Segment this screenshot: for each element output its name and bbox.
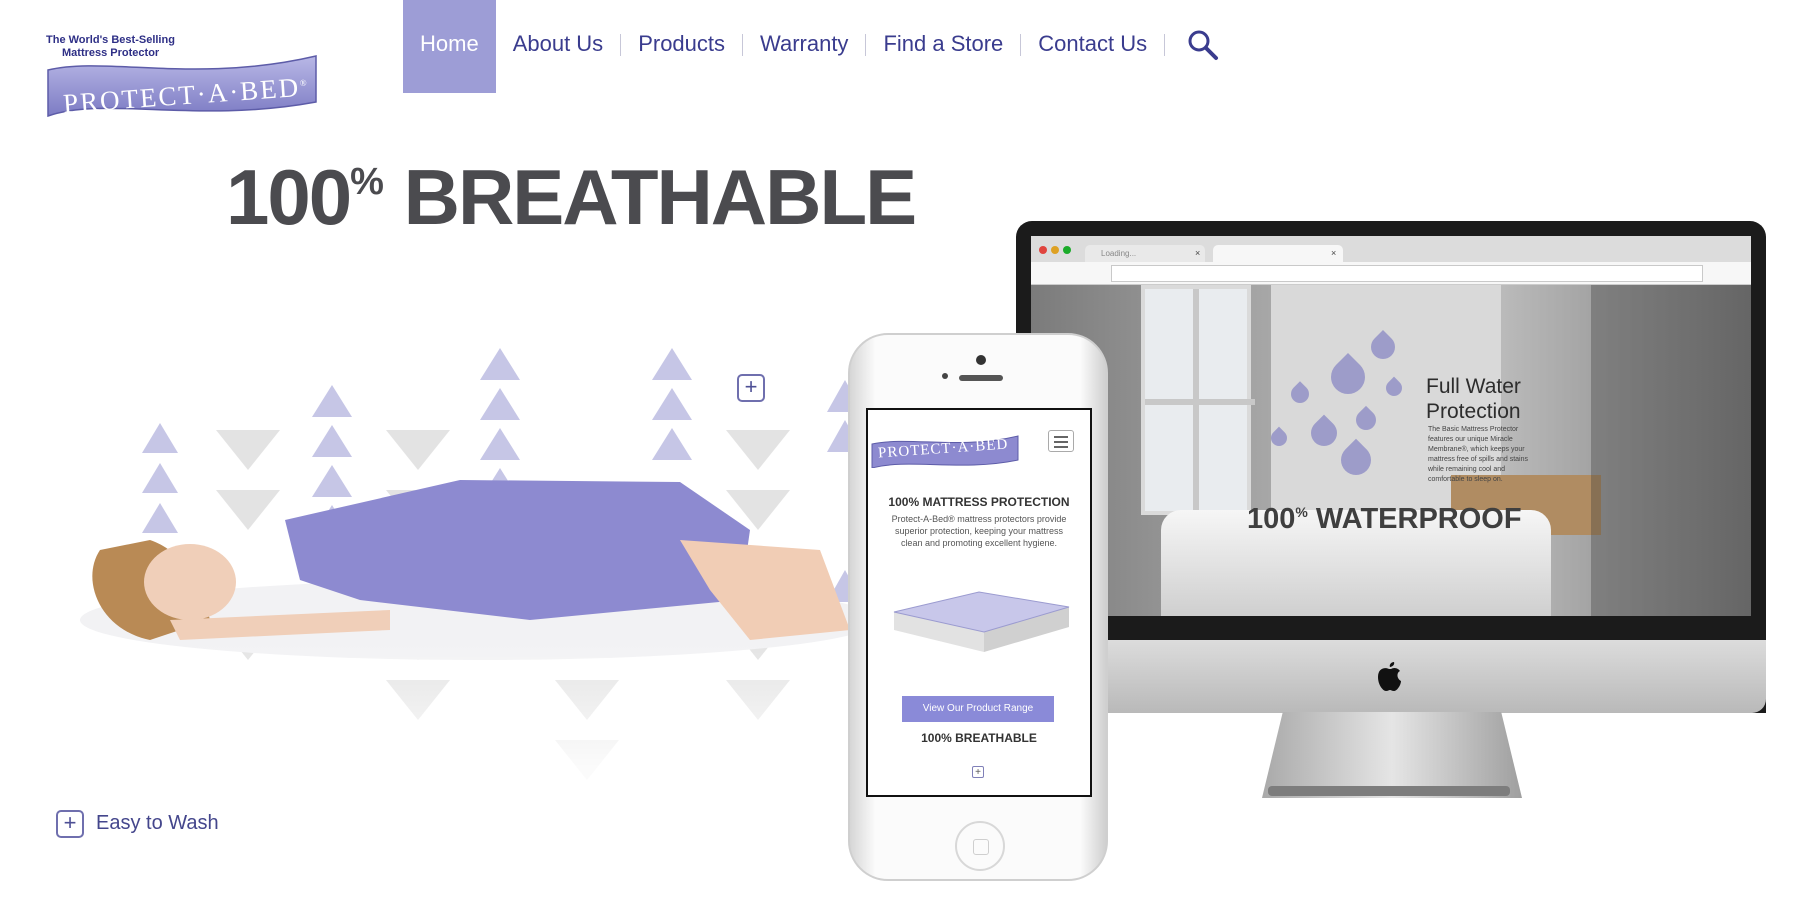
- maximize-dot: [1063, 246, 1071, 254]
- browser-tab-loading: Loading...: [1085, 245, 1205, 262]
- easy-to-wash-button[interactable]: +: [56, 810, 84, 838]
- logo-tagline: The World's Best-Selling: [46, 34, 175, 46]
- site-logo[interactable]: The World's Best-Selling Mattress Protec…: [46, 34, 318, 119]
- desktop-site-hero: Full Water Protection The Basic Mattress…: [1031, 285, 1751, 616]
- nav-warranty[interactable]: Warranty: [743, 0, 865, 93]
- mobile-breathable-heading: 100% BREATHABLE: [921, 731, 1037, 745]
- phone-speaker: [959, 375, 1003, 381]
- main-nav: Home About Us Products Warranty Find a S…: [403, 0, 1223, 93]
- tab-close-icon: ×: [1331, 248, 1337, 258]
- nav-contact-us[interactable]: Contact Us: [1021, 0, 1164, 93]
- hero-heading: 100% BREATHABLE: [226, 153, 917, 241]
- nav-find-a-store[interactable]: Find a Store: [866, 0, 1020, 93]
- mobile-heading: 100% MATTRESS PROTECTION: [888, 495, 1070, 509]
- hamburger-menu-icon[interactable]: [1048, 430, 1074, 452]
- browser-address-bar: [1031, 262, 1751, 285]
- expand-feature-button[interactable]: +: [737, 374, 765, 402]
- search-icon[interactable]: [1183, 26, 1223, 66]
- nav-home[interactable]: Home: [403, 0, 496, 93]
- easy-to-wash-label[interactable]: Easy to Wash: [96, 812, 219, 835]
- room-window: [1141, 285, 1255, 519]
- view-product-range-button[interactable]: View Our Product Range: [902, 696, 1054, 722]
- imac-base: [1268, 786, 1510, 796]
- waterproof-heading: 100% WATERPROOF: [1247, 503, 1522, 535]
- feature-title: Full Water Protection: [1426, 375, 1521, 423]
- iphone-mockup: PROTECT·A·BED 100% MATTRESS PROTECTION P…: [848, 333, 1108, 881]
- nav-about-us[interactable]: About Us: [496, 0, 621, 93]
- nav-divider: [1164, 34, 1166, 56]
- mobile-logo[interactable]: PROTECT·A·BED: [870, 434, 1020, 468]
- feature-text: The Basic Mattress Protector features ou…: [1428, 426, 1528, 483]
- browser-tab-bar: Loading... × ×: [1031, 236, 1751, 262]
- mattress-image: [893, 591, 1070, 652]
- screen-glare: [1591, 285, 1751, 616]
- phone-home-button: [955, 821, 1005, 871]
- phone-sensor: [942, 373, 948, 379]
- close-dot: [1039, 246, 1047, 254]
- phone-camera: [976, 355, 986, 365]
- apple-logo-icon: [1378, 662, 1401, 691]
- url-field: [1111, 265, 1703, 282]
- mobile-expand-button[interactable]: +: [972, 766, 984, 778]
- nav-products[interactable]: Products: [621, 0, 742, 93]
- mobile-site-screen: PROTECT·A·BED 100% MATTRESS PROTECTION P…: [866, 408, 1092, 797]
- browser-tab: [1213, 245, 1343, 262]
- tab-close-icon: ×: [1195, 248, 1201, 258]
- mobile-intro-text: Protect-A-Bed® mattress protectors provi…: [891, 514, 1067, 548]
- desktop-browser-mockup: Loading... × × Full Water Protection The…: [1031, 236, 1751, 616]
- minimize-dot: [1051, 246, 1059, 254]
